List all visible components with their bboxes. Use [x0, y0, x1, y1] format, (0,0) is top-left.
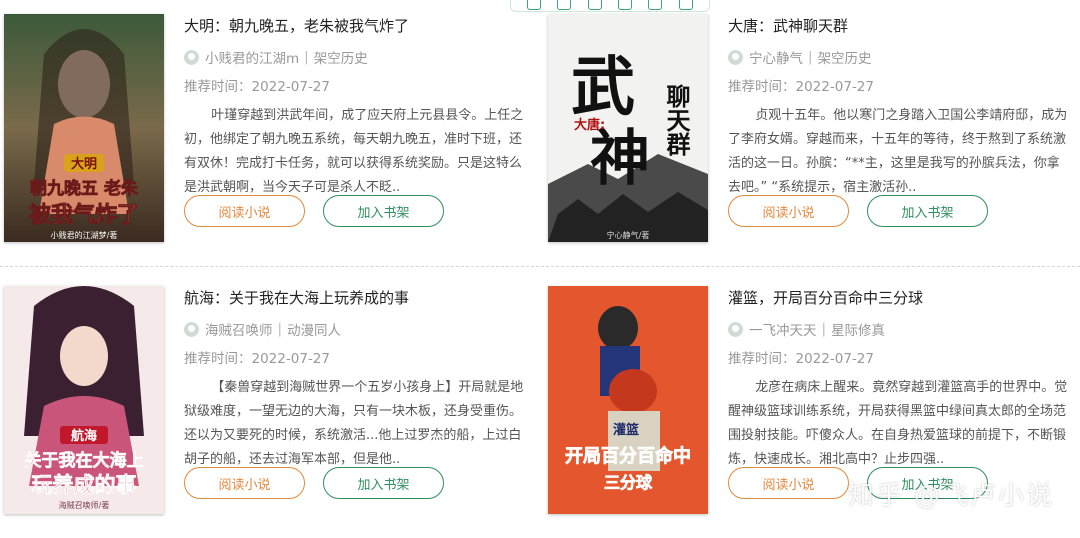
book-category[interactable]: 架空历史	[818, 47, 872, 67]
book-meta: 海贼召唤师 | 动漫同人	[184, 318, 528, 340]
book-category[interactable]: 架空历史	[314, 47, 368, 67]
book-meta: 一飞冲天天 | 星际修真	[728, 318, 1072, 340]
recommend-date: 推荐时间：2022-07-27	[184, 79, 330, 95]
read-novel-button[interactable]: 阅读小说	[728, 467, 849, 499]
book-title[interactable]: 大唐：武神聊天群	[728, 14, 1072, 38]
meta-separator: |	[277, 321, 283, 337]
book-title[interactable]: 灌篮，开局百分百命中三分球	[728, 286, 1072, 310]
cover-big-char1: 武	[571, 51, 635, 125]
cover-title-line1: 开局百分百命中	[565, 445, 691, 467]
recommend-date: 推荐时间：2022-07-27	[184, 351, 330, 367]
cover-author: 宁心静气/著	[607, 230, 650, 240]
book-description: 叶瑾穿越到洪武年间，成了应天府上元县县令。上任之初，他绑定了朝九晚五系统，每天朝…	[184, 108, 524, 195]
book-info: 航海：关于我在大海上玩养成的事 海贼召唤师 | 动漫同人 推荐时间：2022-0…	[184, 286, 528, 472]
cover-badge: 大明	[71, 156, 97, 172]
cover-author: 海贼召唤师/著	[59, 500, 110, 510]
book-category[interactable]: 动漫同人	[287, 319, 341, 339]
book-info: 灌篮，开局百分百命中三分球 一飞冲天天 | 星际修真 推荐时间：2022-07-…	[728, 286, 1072, 472]
meta-separator: |	[808, 49, 813, 65]
watermark: 知乎 @飞卢小说	[847, 481, 1054, 511]
recommend-date: 推荐时间：2022-07-27	[728, 351, 874, 367]
book-author[interactable]: 海贼召唤师	[205, 319, 273, 339]
add-to-shelf-button[interactable]: 加入书架	[323, 467, 444, 499]
meta-separator: |	[821, 321, 827, 337]
book-info: 大明：朝九晚五，老朱被我气炸了 小贱君的江湖m | 架空历史 推荐时间：2022…	[184, 14, 528, 200]
book-actions: 阅读小说 加入书架	[728, 195, 988, 227]
book-card: 大明 朝九晚五 老朱 被我气炸了 小贱君的江湖梦/著 大明：朝九晚五，老朱被我气…	[0, 0, 540, 266]
author-icon	[184, 321, 199, 337]
add-to-shelf-button[interactable]: 加入书架	[323, 195, 444, 227]
book-title[interactable]: 大明：朝九晚五，老朱被我气炸了	[184, 14, 528, 38]
cover-big-char2: 神	[590, 124, 650, 194]
book-cover[interactable]: 航海 关于我在大海上 玩养成的事 海贼召唤师/著	[4, 286, 164, 514]
author-icon	[728, 321, 743, 337]
add-to-shelf-button[interactable]: 加入书架	[867, 195, 988, 227]
book-author[interactable]: 一飞冲天天	[749, 319, 817, 339]
book-row: 大明 朝九晚五 老朱 被我气炸了 小贱君的江湖梦/著 大明：朝九晚五，老朱被我气…	[0, 0, 1080, 266]
book-description: 龙彦在病床上醒来。竟然穿越到灌篮高手的世界中。觉醒神级篮球训练系统，开局获得黑篮…	[728, 380, 1068, 467]
cover-tag: 灌篮	[613, 422, 639, 438]
cover-title-line1: 朝九晚五 老朱	[30, 178, 139, 199]
cover-title-line1: 关于我在大海上	[25, 450, 144, 471]
book-card: 武 神 大唐: 聊天群 宁心静气/著 大唐：武神聊天群 宁心静气 | 架空历史 …	[544, 0, 1080, 266]
row-divider	[0, 266, 1080, 267]
cover-title-line2: 玩养成的事	[32, 473, 137, 497]
book-actions: 阅读小说 加入书架	[184, 195, 444, 227]
cover-author: 小贱君的江湖梦/著	[51, 230, 118, 240]
read-novel-button[interactable]: 阅读小说	[728, 195, 849, 227]
meta-separator: |	[304, 49, 309, 65]
book-author[interactable]: 宁心静气	[749, 47, 803, 67]
book-cover[interactable]: 灌篮 开局百分百命中 三分球	[548, 286, 708, 514]
book-author[interactable]: 小贱君的江湖m	[205, 47, 299, 67]
author-icon	[728, 49, 743, 65]
author-icon	[184, 49, 199, 65]
book-description: 贞观十五年。他以寒门之身踏入卫国公李靖府邸，成为了李府女婿。穿越而来，十五年的等…	[728, 108, 1068, 195]
book-meta: 宁心静气 | 架空历史	[728, 46, 1072, 68]
cover-badge: 航海	[71, 428, 97, 444]
cover-title-line2: 三分球	[604, 473, 653, 492]
book-description: 【秦兽穿越到海贼世界一个五岁小孩身上】开局就是地狱级难度，一望无边的大海，只有一…	[184, 380, 524, 467]
cover-title-line2: 被我气炸了	[29, 202, 139, 228]
book-actions: 阅读小说 加入书架	[184, 467, 444, 499]
read-novel-button[interactable]: 阅读小说	[184, 467, 305, 499]
recommend-date: 推荐时间：2022-07-27	[728, 79, 874, 95]
book-cover[interactable]: 大明 朝九晚五 老朱 被我气炸了 小贱君的江湖梦/著	[4, 14, 164, 242]
book-cover[interactable]: 武 神 大唐: 聊天群 宁心静气/著	[548, 14, 708, 242]
book-card: 航海 关于我在大海上 玩养成的事 海贼召唤师/著 航海：关于我在大海上玩养成的事…	[0, 272, 540, 538]
book-category[interactable]: 星际修真	[831, 319, 885, 339]
read-novel-button[interactable]: 阅读小说	[184, 195, 305, 227]
cover-side-title: 聊天群	[662, 83, 690, 156]
cover-tag: 大唐:	[574, 117, 605, 133]
book-info: 大唐：武神聊天群 宁心静气 | 架空历史 推荐时间：2022-07-27 贞观十…	[728, 14, 1072, 200]
book-meta: 小贱君的江湖m | 架空历史	[184, 46, 528, 68]
book-title[interactable]: 航海：关于我在大海上玩养成的事	[184, 286, 528, 310]
